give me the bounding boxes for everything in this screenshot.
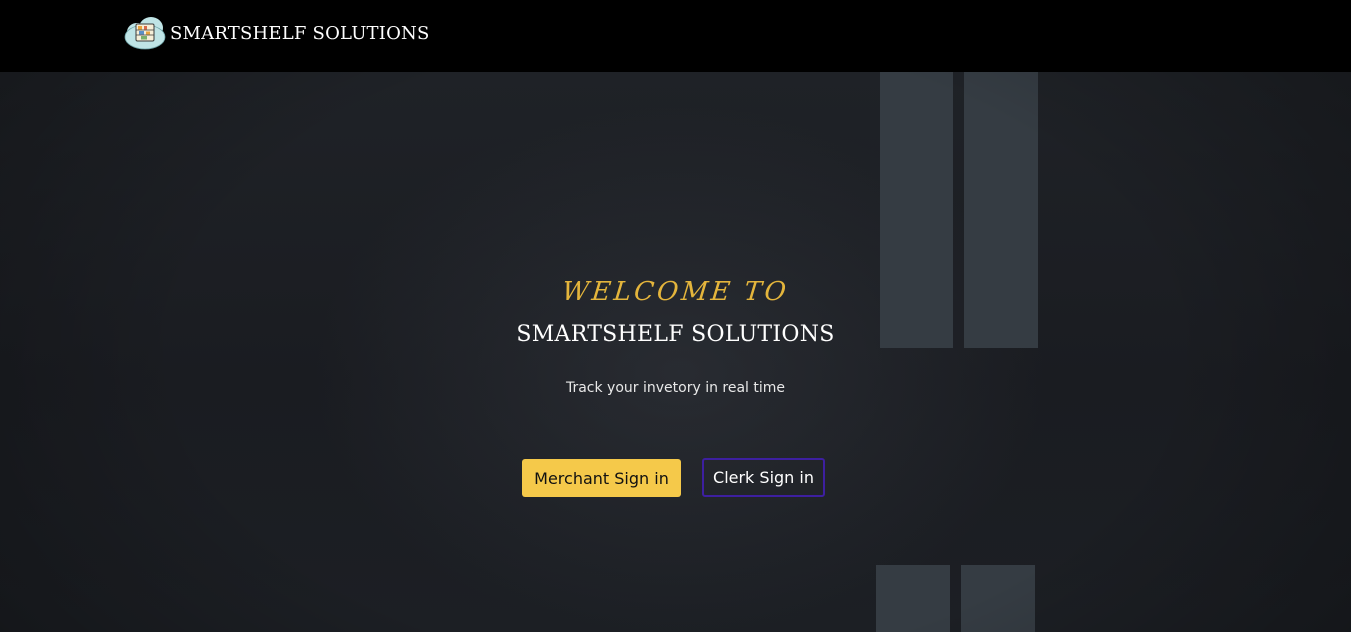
hero-tagline: Track your invetory in real time [565, 380, 786, 396]
cloud-shelf-logo-icon [124, 17, 166, 50]
background-vignette [0, 72, 1351, 632]
hero-section: WELCOME TO SMARTSHELF SOLUTIONS Track yo… [0, 72, 1351, 632]
top-navbar: SMARTSHELF SOLUTIONS [0, 0, 1351, 72]
welcome-heading: WELCOME TO [560, 277, 791, 307]
brand-link[interactable]: SMARTSHELF SOLUTIONS [124, 15, 430, 51]
merchant-sign-in-button[interactable]: Merchant Sign in [522, 459, 681, 497]
brand-name: SMARTSHELF SOLUTIONS [170, 22, 430, 44]
clerk-sign-in-button[interactable]: Clerk Sign in [702, 458, 825, 497]
hero-title: SMARTSHELF SOLUTIONS [516, 322, 835, 347]
